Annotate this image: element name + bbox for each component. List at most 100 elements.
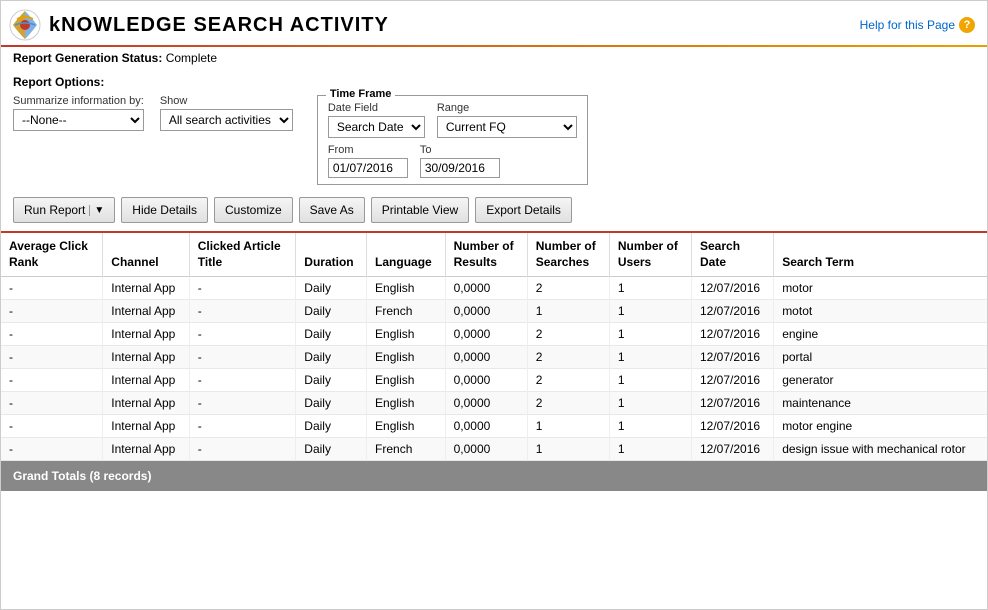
export-details-button[interactable]: Export Details: [475, 197, 572, 223]
cell-language: English: [367, 369, 446, 392]
cell-search-date: 12/07/2016: [692, 300, 774, 323]
col-clicked-article: Clicked ArticleTitle: [189, 233, 296, 277]
range-select[interactable]: Current FQ: [437, 116, 577, 138]
cell-num-users: 1: [609, 438, 691, 461]
cell-language: English: [367, 277, 446, 300]
col-avg-click-rank: Average ClickRank: [1, 233, 103, 277]
cell-avg-click-rank: -: [1, 277, 103, 300]
cell-channel: Internal App: [103, 277, 189, 300]
run-report-button[interactable]: Run Report ▼: [13, 197, 115, 223]
cell-num-searches: 2: [527, 323, 609, 346]
from-input[interactable]: [328, 158, 408, 178]
cell-channel: Internal App: [103, 438, 189, 461]
header-left: kNOWLEDGE SEARCH ACTIVITY: [9, 9, 389, 41]
customize-button[interactable]: Customize: [214, 197, 293, 223]
cell-num-results: 0,0000: [445, 346, 527, 369]
printable-view-button[interactable]: Printable View: [371, 197, 470, 223]
cell-channel: Internal App: [103, 392, 189, 415]
cell-search-date: 12/07/2016: [692, 438, 774, 461]
to-col: To: [420, 144, 500, 178]
col-duration: Duration: [296, 233, 367, 277]
cell-duration: Daily: [296, 323, 367, 346]
timeframe-inner: Date Field Search Date Range Current FQ: [328, 102, 577, 178]
date-field-select[interactable]: Search Date: [328, 116, 425, 138]
cell-num-results: 0,0000: [445, 438, 527, 461]
date-field-label: Date Field: [328, 102, 425, 114]
cell-avg-click-rank: -: [1, 392, 103, 415]
cell-num-results: 0,0000: [445, 323, 527, 346]
cell-search-date: 12/07/2016: [692, 392, 774, 415]
timeframe-row1: Date Field Search Date Range Current FQ: [328, 102, 577, 138]
col-search-term: Search Term: [774, 233, 987, 277]
cell-search-date: 12/07/2016: [692, 415, 774, 438]
cell-search-term: design issue with mechanical rotor: [774, 438, 987, 461]
help-icon: ?: [959, 17, 975, 33]
cell-language: French: [367, 300, 446, 323]
report-options: Report Options: Summarize information by…: [1, 69, 987, 189]
range-col: Range Current FQ: [437, 102, 577, 138]
cell-num-searches: 1: [527, 415, 609, 438]
help-link[interactable]: Help for this Page ?: [860, 17, 975, 33]
cell-channel: Internal App: [103, 323, 189, 346]
cell-duration: Daily: [296, 438, 367, 461]
cell-num-users: 1: [609, 346, 691, 369]
cell-num-searches: 1: [527, 300, 609, 323]
cell-num-results: 0,0000: [445, 369, 527, 392]
table-container: Average ClickRank Channel Clicked Articl…: [1, 233, 987, 461]
cell-search-term: motor engine: [774, 415, 987, 438]
cell-duration: Daily: [296, 369, 367, 392]
hide-details-button[interactable]: Hide Details: [121, 197, 208, 223]
show-group: Show All search activities: [160, 95, 293, 131]
help-link-text: Help for this Page: [860, 18, 955, 32]
cell-num-users: 1: [609, 277, 691, 300]
cell-clicked-article: -: [189, 323, 296, 346]
cell-avg-click-rank: -: [1, 346, 103, 369]
page-title: kNOWLEDGE SEARCH ACTIVITY: [49, 14, 389, 37]
summarize-select[interactable]: --None--: [13, 109, 144, 131]
cell-language: English: [367, 392, 446, 415]
grand-totals: Grand Totals (8 records): [1, 461, 987, 491]
col-channel: Channel: [103, 233, 189, 277]
cell-language: French: [367, 438, 446, 461]
col-language: Language: [367, 233, 446, 277]
from-label: From: [328, 144, 408, 156]
cell-clicked-article: -: [189, 277, 296, 300]
save-as-button[interactable]: Save As: [299, 197, 365, 223]
to-input[interactable]: [420, 158, 500, 178]
cell-num-searches: 1: [527, 438, 609, 461]
cell-channel: Internal App: [103, 369, 189, 392]
cell-duration: Daily: [296, 392, 367, 415]
table-row: - Internal App - Daily English 0,0000 2 …: [1, 369, 987, 392]
timeframe-box: Time Frame Date Field Search Date Range: [317, 95, 588, 185]
timeframe-legend: Time Frame: [326, 88, 396, 100]
results-table: Average ClickRank Channel Clicked Articl…: [1, 233, 987, 461]
range-label: Range: [437, 102, 577, 114]
cell-search-term: portal: [774, 346, 987, 369]
cell-search-term: generator: [774, 369, 987, 392]
status-label: Report Generation Status:: [13, 51, 162, 65]
table-row: - Internal App - Daily French 0,0000 1 1…: [1, 438, 987, 461]
table-body: - Internal App - Daily English 0,0000 2 …: [1, 277, 987, 461]
cell-channel: Internal App: [103, 415, 189, 438]
cell-search-date: 12/07/2016: [692, 346, 774, 369]
run-report-arrow: ▼: [89, 205, 104, 216]
cell-channel: Internal App: [103, 346, 189, 369]
run-report-label: Run Report: [24, 203, 85, 217]
cell-avg-click-rank: -: [1, 323, 103, 346]
cell-clicked-article: -: [189, 300, 296, 323]
cell-num-results: 0,0000: [445, 277, 527, 300]
col-num-users: Number ofUsers: [609, 233, 691, 277]
table-row: - Internal App - Daily English 0,0000 2 …: [1, 346, 987, 369]
table-row: - Internal App - Daily English 0,0000 2 …: [1, 392, 987, 415]
show-select[interactable]: All search activities: [160, 109, 293, 131]
col-num-searches: Number ofSearches: [527, 233, 609, 277]
report-status: Report Generation Status: Complete: [1, 47, 987, 69]
summarize-label: Summarize information by:: [13, 95, 144, 107]
status-value: Complete: [166, 51, 217, 65]
cell-num-users: 1: [609, 323, 691, 346]
table-row: - Internal App - Daily English 0,0000 2 …: [1, 323, 987, 346]
cell-clicked-article: -: [189, 392, 296, 415]
cell-clicked-article: -: [189, 369, 296, 392]
cell-duration: Daily: [296, 300, 367, 323]
table-header: Average ClickRank Channel Clicked Articl…: [1, 233, 987, 277]
